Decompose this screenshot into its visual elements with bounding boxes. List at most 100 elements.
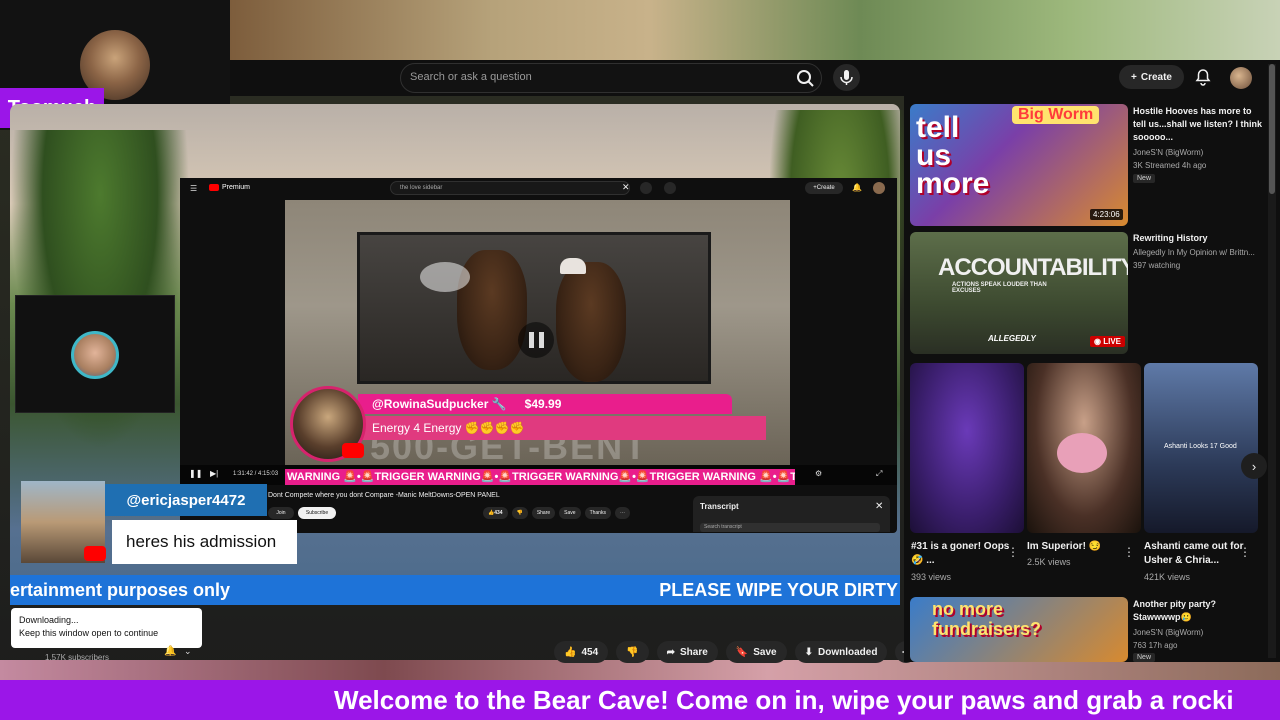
short-caption: Ashanti Looks 17 Good <box>1164 443 1237 450</box>
downloaded-button[interactable]: ⬇ Downloaded <box>794 641 888 663</box>
transcript-search: Search transcript <box>700 523 880 532</box>
shared-dislike-button: 👎 <box>511 507 528 519</box>
short-views: 2.5K views <box>1027 557 1071 567</box>
shared-like-button: 👍 434 <box>483 507 508 519</box>
short-thumbnail[interactable] <box>1027 363 1141 533</box>
transcript-title: Transcript <box>700 502 739 511</box>
more-options-icon[interactable]: ⋮ <box>1239 545 1251 559</box>
thumbnail-text: tell us more <box>916 111 990 200</box>
account-avatar[interactable] <box>1230 67 1252 89</box>
transcript-close-icon: ✕ <box>875 501 884 512</box>
more-options-icon[interactable]: ⋮ <box>1123 545 1135 559</box>
cockroach-left <box>457 250 527 370</box>
menu-icon: ☰ <box>190 184 198 193</box>
superchat-header: @RowinaSudpucker 🔧 $49.99 <box>358 394 732 414</box>
short-views: 421K views <box>1144 572 1191 582</box>
plus-icon: + <box>1131 71 1137 83</box>
chat-youtube-icon <box>84 546 106 561</box>
shared-search-icon <box>640 182 652 194</box>
live-badge: ◉ LIVE <box>1090 336 1125 347</box>
bookmark-icon: 🔖 <box>735 646 749 658</box>
shared-next-icon: ▶| <box>210 469 219 478</box>
stream-background-top <box>230 0 1280 60</box>
dislike-button[interactable]: 👎 <box>616 641 649 663</box>
video-title[interactable]: Another pity party? Stawwwwp🥲 <box>1133 598 1263 624</box>
shared-subscribe-button: Subscribe <box>298 507 336 519</box>
subscribed-bell-icon[interactable]: 🔔 <box>164 646 176 657</box>
stream-canvas: Search or ask a question + Create Toomuc… <box>0 0 1280 720</box>
create-button[interactable]: + Create <box>1119 65 1184 89</box>
shared-settings-icon: ⚙ <box>815 469 823 478</box>
short-title[interactable]: Im Superior! 😏 <box>1027 540 1127 554</box>
thumbnail-badge-text: Big Worm <box>1012 106 1100 124</box>
video-stats: 3K Streamed 4h ago <box>1133 161 1207 170</box>
superchat-message: Energy 4 Energy ✊✊✊✊ <box>358 416 766 440</box>
channel-name[interactable]: JoneS'N (BigWorm) <box>1133 626 1263 639</box>
superchat-username: @RowinaSudpucker 🔧 <box>372 397 507 411</box>
chevron-down-icon[interactable]: ⌄ <box>184 646 192 657</box>
microphone-icon[interactable] <box>833 64 860 91</box>
search-icon[interactable] <box>794 67 816 89</box>
short-thumbnail[interactable] <box>910 363 1024 533</box>
disclaimer-text-right: PLEASE WIPE YOUR DIRTY <box>659 580 898 600</box>
disclaimer-ticker: ertainment purposes only PLEASE WIPE YOU… <box>10 575 900 605</box>
thumbnail-text: ACCOUNTABILITY <box>938 254 1128 281</box>
video-title[interactable]: Hostile Hooves has more to tell us...sha… <box>1133 105 1263 144</box>
download-check-icon: ⬇ <box>804 646 813 658</box>
save-label: Save <box>753 646 777 658</box>
video-thumbnail[interactable]: tell us more Big Worm <box>910 104 1128 226</box>
pause-icon[interactable] <box>518 322 554 358</box>
shared-bell-icon: 🔔 <box>852 183 862 192</box>
new-badge: New <box>1133 653 1156 662</box>
like-count: 454 <box>581 646 599 658</box>
short-title[interactable]: #31 is a goner! Oops 🤣 ... <box>911 540 1011 568</box>
video-title[interactable]: Rewriting History <box>1133 232 1263 245</box>
clear-icon: ✕ <box>622 182 630 192</box>
video-thumbnail[interactable]: no more fundraisers? <box>910 597 1128 662</box>
chat-message: heres his admission <box>112 520 297 564</box>
like-button[interactable]: 👍 454 <box>554 641 609 663</box>
download-toast: Downloading... Keep this window open to … <box>11 608 202 648</box>
create-label: Create <box>1140 71 1172 83</box>
thumbnail-text: no more fundraisers? <box>932 599 1042 639</box>
shared-pause-icon: ❚❚ <box>189 469 203 478</box>
channel-name[interactable]: JoneS'N (BigWorm) <box>1133 146 1263 159</box>
welcome-text: Welcome to the Bear Cave! Come on in, wi… <box>334 685 1234 715</box>
video-duration: 4:23:06 <box>1090 209 1123 220</box>
tv-screen <box>357 232 711 384</box>
share-button[interactable]: ➦ Share <box>656 641 718 663</box>
thumbs-up-icon: 👍 <box>564 646 577 658</box>
download-hint: Keep this window open to continue <box>19 628 159 638</box>
share-icon: ➦ <box>666 646 675 658</box>
shared-time: 1:31:42 / 4:15:03 <box>233 471 279 477</box>
shared-search-text: the love sidebar <box>400 185 443 191</box>
chevron-right-icon[interactable]: › <box>1241 453 1267 479</box>
subscriber-count: 1.57K subscribers <box>45 653 110 662</box>
thumbs-down-icon: 👎 <box>626 646 639 658</box>
red-cap <box>560 258 586 274</box>
channel-name[interactable]: Allegedly In My Opinion w/ Brittn... <box>1133 246 1263 259</box>
chat-username: @ericjasper4472 <box>105 484 267 516</box>
thumbnail-channel-mark: ALLEGEDLY <box>988 334 1036 343</box>
welcome-ticker: Welcome to the Bear Cave! Come on in, wi… <box>0 680 1280 720</box>
video-action-row: 👍 454 👎 ➦ Share 🔖 Save ⬇ Downloaded ⋯ <box>554 641 918 663</box>
shared-fullscreen-icon: ⤢ <box>876 469 883 478</box>
notifications-bell-icon[interactable] <box>1193 67 1213 87</box>
youtube-play-icon <box>342 443 364 458</box>
scrollbar-thumb[interactable] <box>1269 64 1275 194</box>
more-options-icon[interactable]: ⋮ <box>1007 545 1019 559</box>
shared-create-button: + Create <box>805 182 843 194</box>
shared-thanks-button: Thanks <box>584 507 611 519</box>
cockroach-right <box>556 262 626 382</box>
shared-more-button: ⋯ <box>614 507 630 519</box>
search-placeholder: Search or ask a question <box>410 71 532 83</box>
short-thumbnail[interactable]: Ashanti Looks 17 Good <box>1144 363 1258 533</box>
short-title[interactable]: Ashanti came out for Usher & Chria... <box>1144 540 1244 568</box>
share-label: Share <box>679 646 708 658</box>
disclaimer-text-left: ertainment purposes only <box>10 580 231 600</box>
trigger-warning-ticker: WARNING 🚨•🚨TRIGGER WARNING🚨•🚨TRIGGER WAR… <box>285 469 795 485</box>
save-button[interactable]: 🔖 Save <box>725 641 787 663</box>
video-stats: 397 watching <box>1133 261 1181 270</box>
downloaded-label: Downloaded <box>817 646 878 658</box>
new-badge: New <box>1133 174 1156 183</box>
